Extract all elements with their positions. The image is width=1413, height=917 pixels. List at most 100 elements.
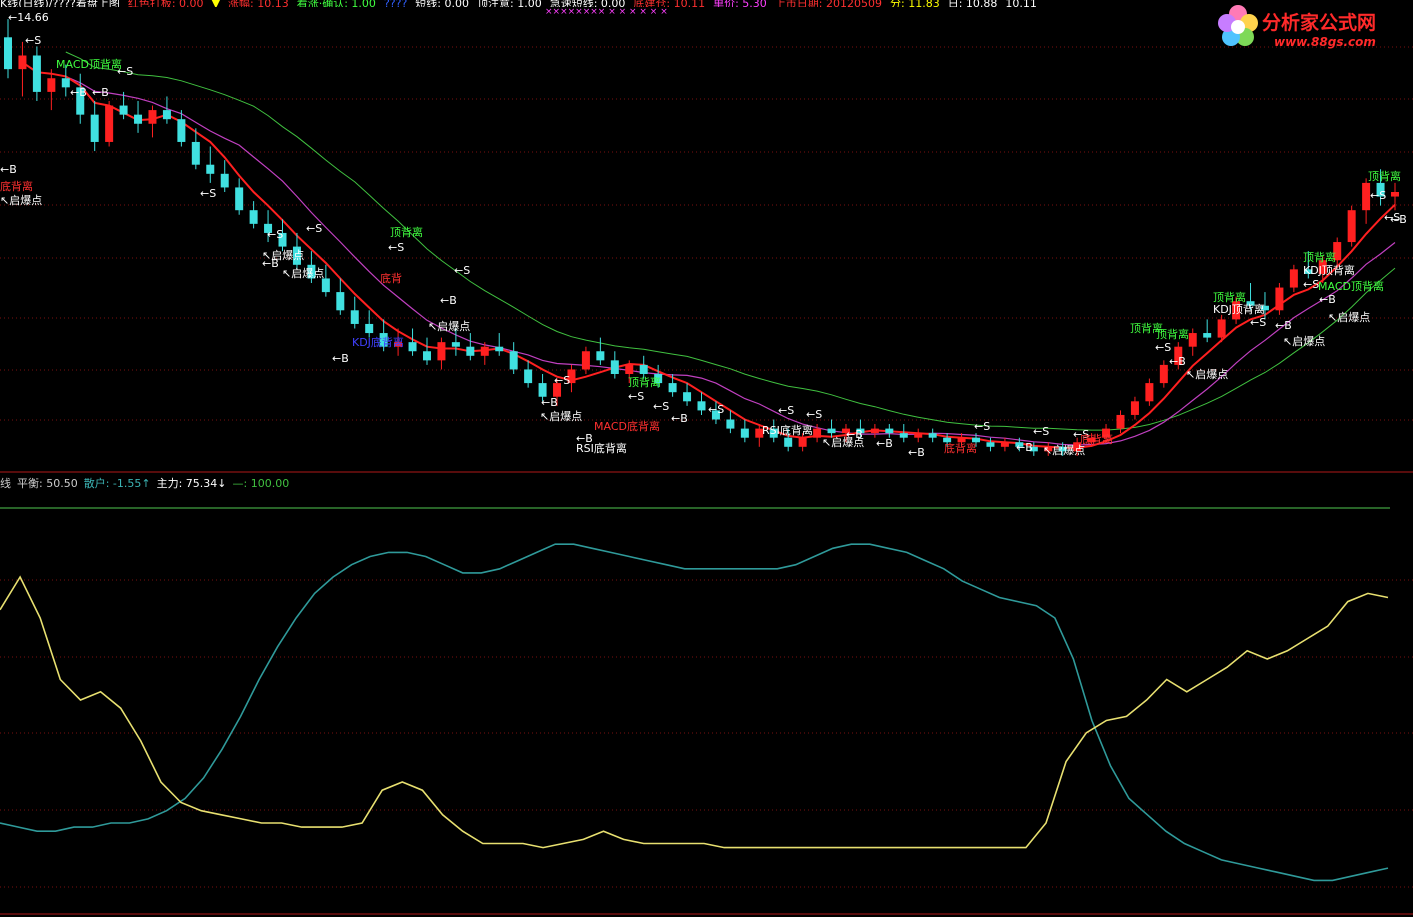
candle-body: [784, 437, 793, 447]
signal-label: RSI底背离: [762, 424, 813, 437]
candle-body: [451, 342, 460, 347]
x-marker-row: ×××××××× × × × × × ×: [545, 7, 668, 17]
candle-body: [1289, 269, 1298, 288]
candle-body: [177, 119, 186, 142]
candle-body: [220, 173, 229, 188]
main-force-line: [0, 575, 1389, 849]
candle-body: [610, 360, 619, 374]
signal-label: ←B: [876, 437, 893, 450]
candle-body: [235, 187, 244, 211]
signal-label: 顶背离: [1303, 251, 1336, 264]
header-item: K线(日线)/????着盘上图: [0, 0, 120, 7]
legend-item: 散户: -1.55↑: [83, 477, 151, 490]
candle-body: [119, 105, 128, 115]
signal-label: MACD顶背离: [56, 58, 122, 71]
candle-body: [148, 110, 157, 124]
candle-body: [61, 78, 70, 88]
legend-item: —: 100.00: [232, 477, 290, 490]
candle-body: [726, 419, 735, 429]
header-item: 10.11: [1005, 0, 1037, 7]
candle-body: [740, 428, 749, 438]
candle-body: [495, 346, 504, 352]
signal-label: ←S: [1250, 316, 1267, 329]
header-item: 单价: 5.30: [713, 0, 767, 7]
high-price-value: 14.66: [17, 11, 49, 24]
candle-body: [1203, 333, 1212, 338]
signal-label: ←S: [1370, 189, 1387, 202]
signal-label: ←S: [628, 390, 645, 403]
header-item: 短线: 0.00: [415, 0, 469, 7]
header-item: ????: [383, 0, 408, 7]
header-item: 涨幅: 10.13: [228, 0, 289, 7]
signal-label: 底背: [380, 272, 402, 285]
signal-label: ←B: [1169, 355, 1186, 368]
candle-body: [437, 342, 446, 361]
candle-body: [249, 210, 258, 224]
header-item: 上市日期: 20120509: [774, 0, 883, 7]
candle-body: [1217, 319, 1226, 338]
signal-label: ←B: [92, 86, 109, 99]
signal-label: ←B: [332, 352, 349, 365]
candle-body: [813, 428, 822, 438]
signal-label: ↖启爆点: [0, 194, 43, 207]
signal-label: ←S: [1033, 425, 1050, 438]
candle-body: [1275, 287, 1284, 311]
candle-body: [1188, 333, 1197, 347]
ma-fast-line: [21, 61, 1396, 449]
candle-body: [899, 433, 908, 438]
signal-label: ←S: [306, 222, 323, 235]
flower-logo-icon: [1218, 5, 1258, 46]
candle-body: [1145, 383, 1154, 402]
signal-label: ←S: [388, 241, 405, 254]
header-item: ▼: [211, 0, 221, 7]
signal-label: ←S: [200, 187, 217, 200]
candle-body: [191, 141, 200, 165]
candle-body: [697, 401, 706, 411]
signal-label: 底背离: [0, 180, 33, 193]
candle-body: [1130, 401, 1139, 415]
candle-body: [914, 433, 923, 438]
legend-item: 主力: 75.34↓: [156, 477, 227, 490]
signal-label: ←B: [70, 86, 87, 99]
candle-body: [524, 369, 533, 384]
signal-label: ←S: [454, 264, 471, 277]
candle-body: [625, 364, 634, 374]
candle-body: [1362, 182, 1371, 211]
signal-label: ↖启爆点: [540, 410, 583, 423]
candle-body: [162, 110, 171, 120]
candle-body: [1391, 192, 1399, 197]
signal-label: ←S: [778, 404, 795, 417]
signal-label: ←S: [974, 420, 991, 433]
candle-body: [47, 78, 56, 92]
candle-body: [870, 428, 879, 434]
signal-label: KDJ顶背离: [1213, 303, 1265, 316]
signal-label: ↖启爆点: [1328, 311, 1371, 324]
signal-label: 顶背离: [1156, 328, 1189, 341]
candle-body: [1347, 210, 1356, 243]
candle-body: [466, 346, 475, 356]
signal-label: ←S: [117, 65, 134, 78]
signal-label: ←S: [554, 374, 571, 387]
candle-body: [90, 114, 99, 142]
candle-body: [206, 164, 215, 174]
signal-label: KDJ底背离: [352, 336, 404, 349]
signal-label: ←B: [541, 396, 558, 409]
candle-body: [928, 433, 937, 438]
signal-label: ←B: [0, 163, 17, 176]
signal-label: ↖启爆点: [1043, 444, 1086, 457]
signal-label: ↖启爆点: [428, 320, 471, 333]
signal-label: ←S: [1303, 278, 1320, 291]
ma-mid-line: [36, 71, 1396, 446]
signal-label: ←S: [708, 403, 725, 416]
header-item: 日: 10.88: [947, 0, 998, 7]
signal-label: 顶背离: [390, 226, 423, 239]
header-item: 顶注意: 1.00: [477, 0, 542, 7]
high-price-label: ←14.66: [8, 11, 49, 24]
signal-label: ←B: [1390, 213, 1407, 226]
retail-line: [0, 543, 1389, 882]
header-item: 红色打板: 0.00: [127, 0, 204, 7]
candle-body: [1000, 442, 1009, 447]
candle-body: [683, 392, 692, 402]
signal-label: ←B: [1275, 319, 1292, 332]
candle-body: [134, 114, 143, 124]
